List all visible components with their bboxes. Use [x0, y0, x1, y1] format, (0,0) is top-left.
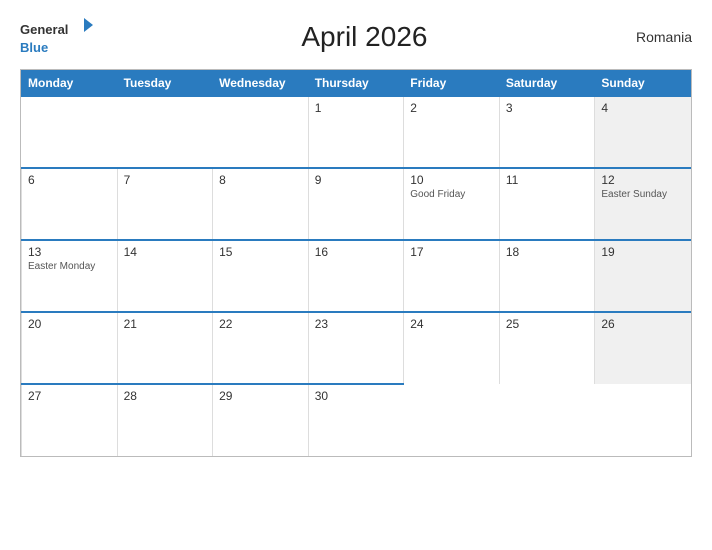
calendar-cell: 26 — [595, 312, 691, 384]
calendar-cell: 28 — [117, 384, 213, 456]
calendar-cell: 4 — [595, 96, 691, 168]
day-number: 6 — [28, 173, 111, 187]
logo-general-text: General — [20, 22, 68, 37]
calendar-cell: 16 — [308, 240, 404, 312]
calendar-week-1: 1234 — [22, 96, 691, 168]
header-thursday: Thursday — [308, 71, 404, 97]
calendar-cell — [117, 96, 213, 168]
day-number: 9 — [315, 173, 398, 187]
calendar-cell: 30 — [308, 384, 404, 456]
calendar-table: Monday Tuesday Wednesday Thursday Friday… — [21, 70, 691, 456]
day-number: 18 — [506, 245, 589, 259]
calendar-cell: 29 — [213, 384, 309, 456]
calendar-cell: 23 — [308, 312, 404, 384]
day-number: 12 — [601, 173, 684, 187]
calendar-cell: 10 Good Friday — [404, 168, 500, 240]
day-number: 10 — [410, 173, 493, 187]
calendar-cell: 12 Easter Sunday — [595, 168, 691, 240]
calendar-cell: 3 — [499, 96, 595, 168]
header-monday: Monday — [22, 71, 118, 97]
calendar-header: Monday Tuesday Wednesday Thursday Friday… — [22, 71, 691, 97]
logo-flag-icon — [75, 16, 93, 34]
day-number: 22 — [219, 317, 302, 331]
day-number: 13 — [28, 245, 111, 259]
day-number: 26 — [601, 317, 684, 331]
country-label: Romania — [636, 29, 692, 45]
day-number: 16 — [315, 245, 398, 259]
weekday-header-row: Monday Tuesday Wednesday Thursday Friday… — [22, 71, 691, 97]
calendar-cell: 22 — [213, 312, 309, 384]
calendar-cell: 20 — [22, 312, 118, 384]
calendar-week-4: 20 21 22 23 24 25 26 — [22, 312, 691, 384]
calendar-cell: 7 — [117, 168, 213, 240]
calendar-cell: 17 — [404, 240, 500, 312]
day-number: 1 — [315, 101, 398, 115]
day-number: 29 — [219, 389, 302, 403]
day-number: 25 — [506, 317, 589, 331]
day-number: 7 — [124, 173, 207, 187]
header-wednesday: Wednesday — [213, 71, 309, 97]
day-number: 15 — [219, 245, 302, 259]
logo-blue-text: Blue — [20, 40, 48, 55]
calendar-cell: 24 — [404, 312, 500, 384]
calendar-week-2: 6789 10 Good Friday 11 12 Easter Sunday — [22, 168, 691, 240]
day-number: 2 — [410, 101, 493, 115]
calendar-cell: 18 — [499, 240, 595, 312]
header-friday: Friday — [404, 71, 500, 97]
holiday-label: Easter Sunday — [601, 189, 684, 200]
day-number: 8 — [219, 173, 302, 187]
day-number: 20 — [28, 317, 111, 331]
calendar-cell — [213, 96, 309, 168]
day-number: 30 — [315, 389, 398, 403]
day-number: 14 — [124, 245, 207, 259]
calendar-cell: 14 — [117, 240, 213, 312]
calendar-cell: 25 — [499, 312, 595, 384]
day-number: 4 — [601, 101, 684, 115]
calendar-cell: 9 — [308, 168, 404, 240]
calendar-body: 1234678910Good Friday1112Easter Sunday13… — [22, 96, 691, 456]
calendar-cell: 6 — [22, 168, 118, 240]
day-number: 17 — [410, 245, 493, 259]
day-number: 28 — [124, 389, 207, 403]
calendar-cell: 13 Easter Monday — [22, 240, 118, 312]
calendar-cell: 15 — [213, 240, 309, 312]
calendar-cell — [499, 384, 595, 456]
calendar-page: General Blue April 2026 Romania Monday T… — [0, 0, 712, 550]
page-header: General Blue April 2026 Romania — [20, 16, 692, 57]
day-number: 23 — [315, 317, 398, 331]
calendar-cell: 11 — [499, 168, 595, 240]
calendar-cell: 2 — [404, 96, 500, 168]
calendar-cell — [404, 384, 500, 456]
day-number: 3 — [506, 101, 589, 115]
day-number: 27 — [28, 389, 111, 403]
calendar-cell: 27 — [22, 384, 118, 456]
header-sunday: Sunday — [595, 71, 691, 97]
calendar-week-3: 13 Easter Monday 14 15 16 17 18 19 — [22, 240, 691, 312]
day-number: 19 — [601, 245, 684, 259]
holiday-label: Good Friday — [410, 189, 493, 200]
calendar-cell: 19 — [595, 240, 691, 312]
calendar-cell — [22, 96, 118, 168]
calendar-cell — [595, 384, 691, 456]
day-number: 21 — [124, 317, 207, 331]
day-number: 24 — [410, 317, 493, 331]
holiday-label: Easter Monday — [28, 261, 111, 272]
logo: General Blue — [20, 16, 93, 57]
calendar-cell: 8 — [213, 168, 309, 240]
calendar-week-5: 27 28 29 30 — [22, 384, 691, 456]
header-saturday: Saturday — [499, 71, 595, 97]
page-title: April 2026 — [301, 21, 427, 53]
calendar-cell: 1 — [308, 96, 404, 168]
calendar-cell: 21 — [117, 312, 213, 384]
calendar-container: Monday Tuesday Wednesday Thursday Friday… — [20, 69, 692, 457]
day-number: 11 — [506, 173, 589, 187]
header-tuesday: Tuesday — [117, 71, 213, 97]
